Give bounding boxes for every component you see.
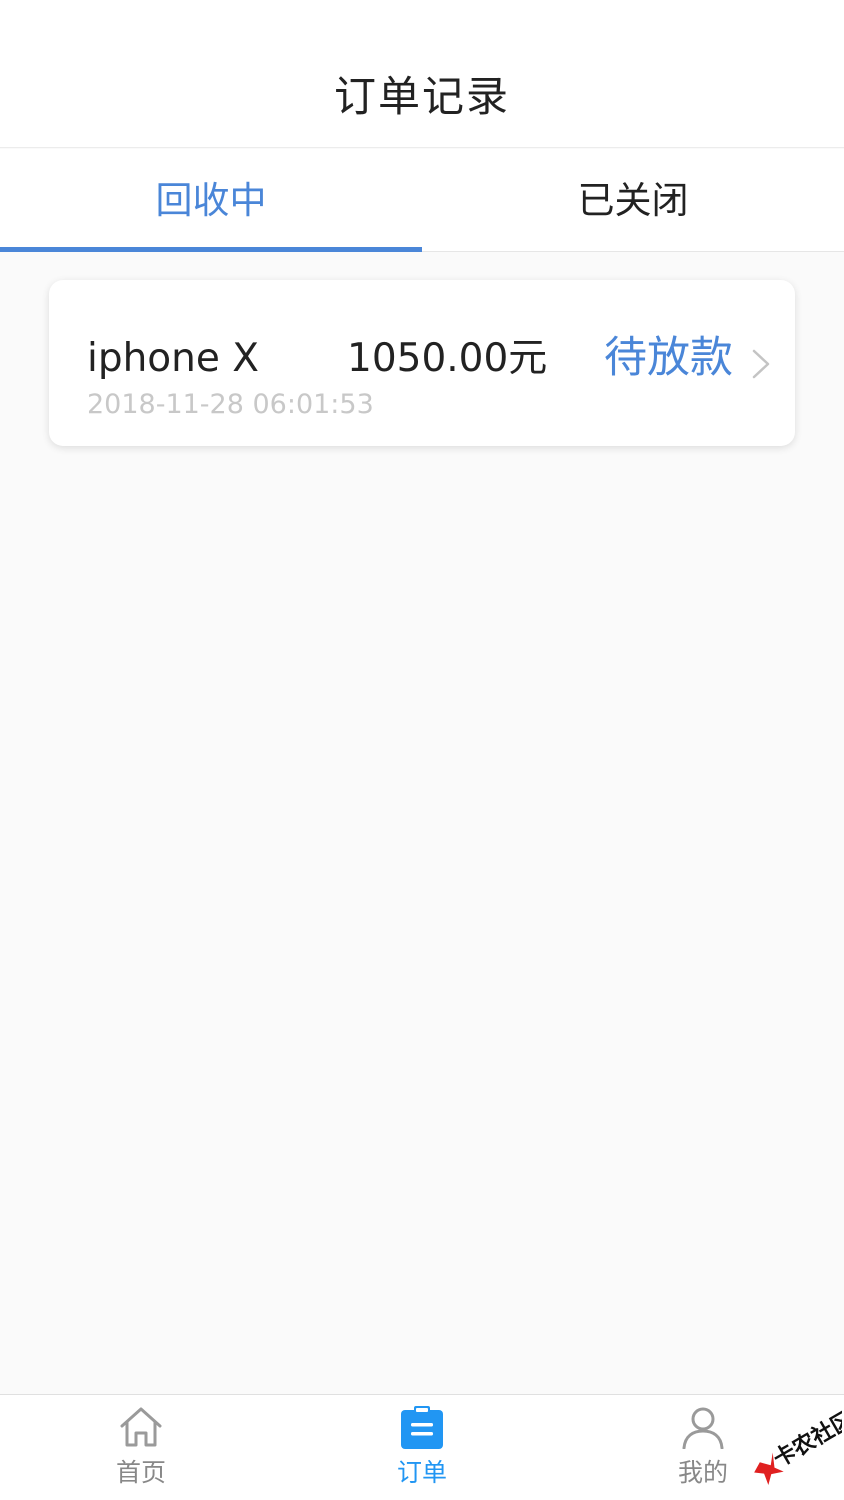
tab-closed[interactable]: 已关闭 [422,149,844,252]
order-tabs: 回收中 已关闭 [0,149,844,252]
order-date: 2018-11-28 06:01:53 [87,389,374,420]
home-icon [120,1407,162,1447]
nav-label-home: 首页 [115,1458,166,1487]
user-icon [682,1407,724,1449]
top-bar: 订单记录 [0,0,844,148]
chevron-right-icon [752,349,770,379]
order-amount: 1050.00元 [347,336,548,381]
svg-text:卡农社区: 卡农社区 [769,1406,842,1473]
clipboard-icon [401,1406,443,1449]
watermark-logo: 卡农社区 [754,1406,842,1486]
page-title: 订单记录 [333,72,510,121]
bottom-navigation: 首页 订单 我的 [0,1394,844,1500]
tab-in-recycling[interactable]: 回收中 [0,149,422,252]
nav-item-home[interactable]: 首页 [71,1395,211,1500]
order-status: 待放款 [604,333,733,383]
order-card[interactable]: iphone X 1050.00元 待放款 2018-11-28 06:01:5… [49,280,795,446]
nav-label-orders: 订单 [396,1458,447,1487]
nav-item-orders[interactable]: 订单 [352,1395,492,1500]
order-product-name: iphone X [87,336,259,381]
